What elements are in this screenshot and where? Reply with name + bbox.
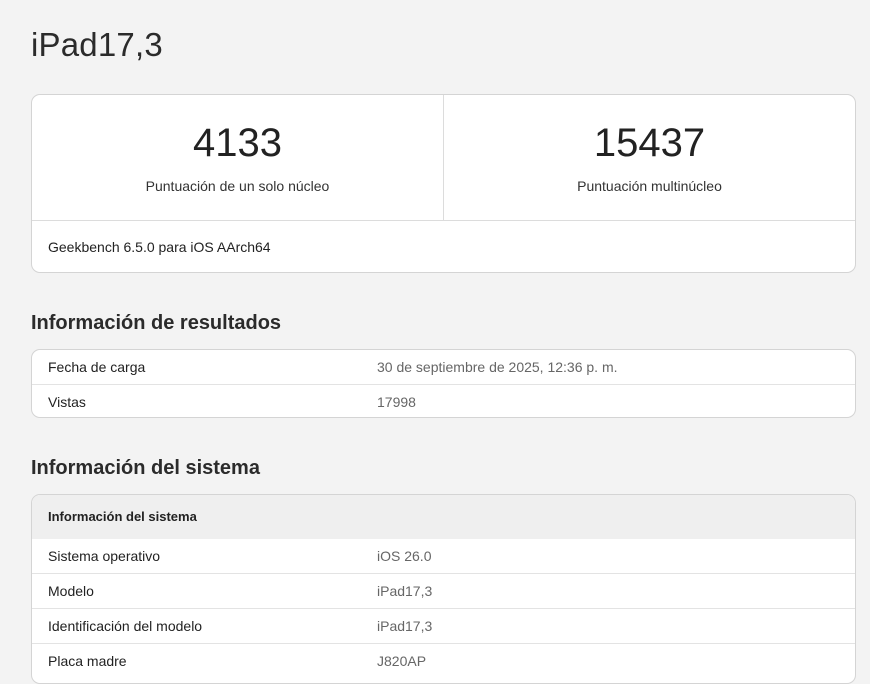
multi-core-score-value: 15437 xyxy=(593,121,706,165)
row-value: iPad17,3 xyxy=(377,618,433,634)
row-value: 17998 xyxy=(377,394,416,410)
row-key: Vistas xyxy=(48,394,86,410)
score-row: 4133 Puntuación de un solo núcleo 15437 … xyxy=(32,95,855,221)
results-info-table: Fecha de carga 30 de septiembre de 2025,… xyxy=(31,349,856,418)
table-row: Vistas 17998 xyxy=(32,385,855,417)
row-key: Identificación del modelo xyxy=(48,618,203,634)
system-info-table-header: Información del sistema xyxy=(32,495,855,539)
table-row: Modelo iPad17,3 xyxy=(32,574,855,609)
row-key: Fecha de carga xyxy=(48,359,146,375)
single-core-score-cell: 4133 Puntuación de un solo núcleo xyxy=(32,95,443,220)
results-info-heading: Información de resultados xyxy=(31,312,282,334)
single-core-score-label: Puntuación de un solo núcleo xyxy=(145,178,330,194)
row-key: Modelo xyxy=(48,583,94,599)
benchmark-version: Geekbench 6.5.0 para iOS AArch64 xyxy=(48,239,271,255)
row-value: iPad17,3 xyxy=(377,583,433,599)
multi-core-score-label: Puntuación multinúcleo xyxy=(577,178,722,194)
table-row: Sistema operativo iOS 26.0 xyxy=(32,539,855,574)
system-info-table: Información del sistema Sistema operativ… xyxy=(31,494,856,684)
score-card: 4133 Puntuación de un solo núcleo 15437 … xyxy=(31,94,856,273)
multi-core-score-cell: 15437 Puntuación multinúcleo xyxy=(443,95,855,220)
single-core-score-value: 4133 xyxy=(193,121,282,165)
table-row: Fecha de carga 30 de septiembre de 2025,… xyxy=(32,350,855,385)
row-key: Sistema operativo xyxy=(48,548,161,564)
row-value: 30 de septiembre de 2025, 12:36 p. m. xyxy=(377,359,618,375)
page-title: iPad17,3 xyxy=(31,26,163,63)
table-row: Identificación del modelo iPad17,3 xyxy=(32,609,855,644)
row-value: iOS 26.0 xyxy=(377,548,432,564)
system-info-heading: Información del sistema xyxy=(31,457,260,479)
